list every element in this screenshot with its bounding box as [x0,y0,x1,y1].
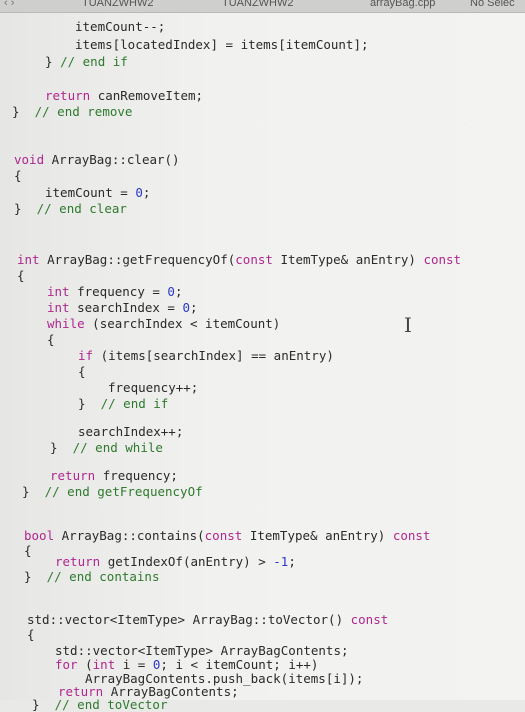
code-line: } // end if [45,54,128,69]
code-line: frequency++; [108,380,199,395]
tab-project[interactable]: TUANZWHW2 [82,0,154,9]
code-line: if (items[searchIndex] == anEntry) [78,348,334,363]
code-line: { [17,268,25,283]
code-line: { [27,627,35,642]
code-line: int ArrayBag::getFrequencyOf(const ItemT… [17,252,462,267]
code-line: std::vector<ItemType> ArrayBagContents; [55,643,349,658]
tab-folder[interactable]: TUANZWHW2 [222,0,294,9]
code-line: { [47,332,55,347]
code-line: return getIndexOf(anEntry) > -1; [55,554,296,569]
code-line: itemCount = 0; [45,185,151,200]
code-line: } // end clear [14,201,127,216]
nav-arrows[interactable]: ‹ › [4,0,14,9]
code-line: return canRemoveItem; [45,88,204,103]
code-line: } // end while [50,440,163,455]
code-line: } // end remove [12,104,133,119]
code-line: } // end getFrequencyOf [22,484,203,499]
code-line: itemCount--; [75,19,166,34]
editor-tab-bar: ‹ › TUANZWHW2 TUANZWHW2 arrayBag.cpp No … [0,0,525,13]
code-line: } // end contains [24,569,160,584]
code-line: bool ArrayBag::contains(const ItemType& … [24,528,431,543]
code-line: int searchIndex = 0; [47,300,198,315]
tab-file[interactable]: arrayBag.cpp [370,0,435,9]
code-line: } // end toVector [32,697,168,712]
code-editor[interactable]: itemCount--; items[locatedIndex] = items… [0,13,525,712]
code-line: items[locatedIndex] = items[itemCount]; [75,37,369,52]
code-line: for (int i = 0; i < itemCount; i++) [55,657,319,672]
code-line: while (searchIndex < itemCount) [47,316,281,331]
text-cursor-icon: I [404,313,412,337]
code-line: std::vector<ItemType> ArrayBag::toVector… [27,612,389,627]
code-line: { [78,364,86,379]
code-line: int frequency = 0; [47,284,183,299]
code-line: { [14,168,22,183]
tab-no-selection[interactable]: No Selec [470,0,515,9]
code-line: } // end if [78,396,169,411]
code-line: void ArrayBag::clear() [14,152,180,167]
code-line: searchIndex++; [78,424,184,439]
code-line: return frequency; [50,468,178,483]
code-line: { [24,543,32,558]
